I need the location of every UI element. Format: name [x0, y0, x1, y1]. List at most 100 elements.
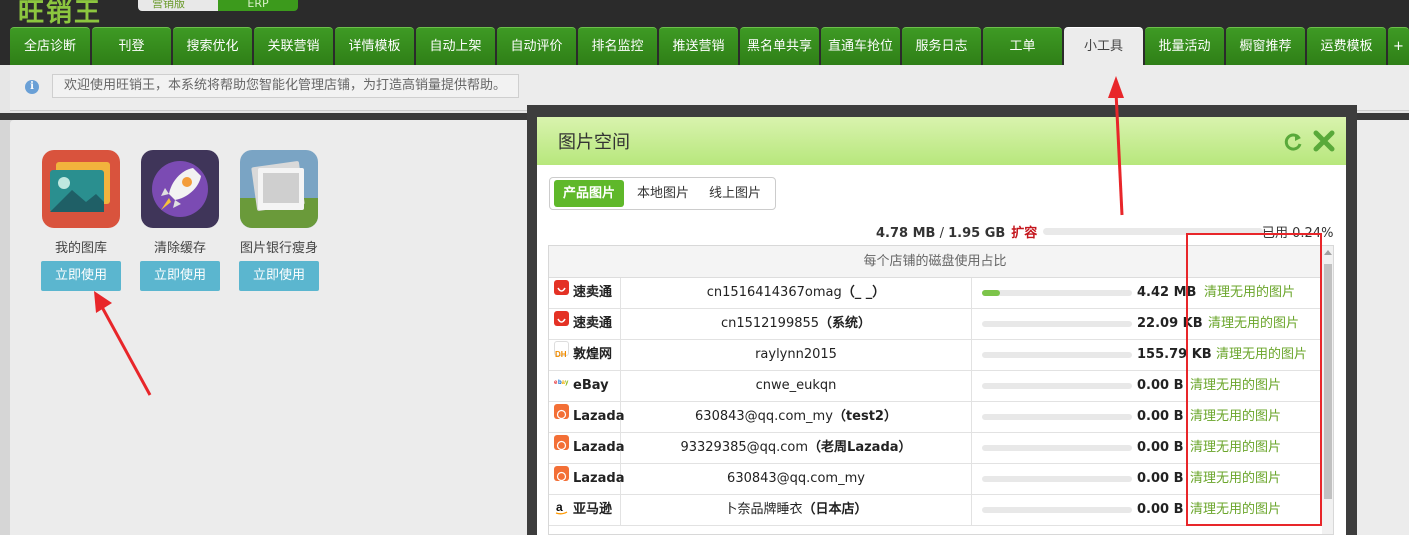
tool-label: 图片银行瘦身 [239, 241, 318, 256]
aliexpress-icon [554, 311, 569, 326]
tab-local-images[interactable]: 本地图片 [628, 180, 698, 207]
top-bar: 旺销王 营销版 ERP [0, 0, 1409, 27]
svg-text:y: y [565, 380, 569, 386]
nav-tab[interactable]: 服务日志 [902, 27, 981, 65]
account-name: cn1516414367omag [706, 285, 842, 300]
account-name: 93329385@qq.com [680, 440, 809, 455]
nav-tab[interactable]: 搜索优化 [173, 27, 252, 65]
account-name: raylynn2015 [755, 347, 837, 362]
account-name: 630843@qq.com_my [727, 471, 865, 486]
platform-name: 速卖通 [573, 285, 613, 300]
platform-cell: Lazada [549, 402, 625, 432]
refresh-icon[interactable] [1283, 132, 1303, 152]
store-size: 0.00 B [1137, 502, 1184, 517]
account-name: 630843@qq.com_my [695, 409, 833, 424]
annotation-arrow-up [1108, 76, 1124, 216]
store-usage-bar [982, 476, 1132, 482]
amazon-icon: a [554, 497, 569, 515]
aliexpress-icon [554, 280, 569, 295]
nav-tab[interactable]: 橱窗推荐 [1226, 27, 1305, 65]
table-scrollbar[interactable] [1322, 246, 1333, 534]
account-cell: cnwe_eukqn [621, 371, 972, 401]
platform-name: eBay [573, 378, 609, 393]
account-name: cn1512199855 [720, 316, 820, 331]
nav-tab[interactable]: + [1388, 27, 1409, 65]
highlight-box [1186, 233, 1322, 526]
tab-product-images[interactable]: 产品图片 [554, 180, 624, 207]
ebay-icon: ebay [554, 373, 569, 388]
store-usage-bar [982, 383, 1132, 389]
tool-label: 清除缓存 [153, 241, 206, 256]
account-cell: 卜奈品牌睡衣（日本店） [621, 495, 972, 525]
use-now-button-slim[interactable]: 立即使用 [239, 261, 319, 291]
store-usage-fill [982, 290, 1000, 296]
expand-link[interactable]: 扩容 [1011, 226, 1037, 241]
nav-tab[interactable]: 直通车抢位 [821, 27, 900, 65]
tool-label: 我的图库 [54, 241, 107, 256]
platform-name: 亚马逊 [573, 502, 613, 517]
dhgate-icon: DH [554, 341, 569, 359]
store-usage-bar [982, 507, 1132, 513]
store-usage-bar [982, 445, 1132, 451]
platform-name: Lazada [573, 409, 625, 424]
annotation-arrow-left [94, 291, 152, 396]
account-note: （系统） [819, 316, 872, 331]
platform-cell: e b a y eBay [549, 371, 621, 401]
nav-tab[interactable]: 详情模板 [335, 27, 414, 65]
account-note: （老周Lazada） [808, 440, 912, 455]
nav-tab[interactable]: 运费模板 [1307, 27, 1386, 65]
rocket-icon[interactable] [141, 150, 219, 228]
scroll-up-arrow[interactable] [1324, 250, 1332, 255]
platform-cell: DH 敦煌网 [549, 340, 621, 370]
store-usage-bar [982, 290, 1132, 296]
platform-name: 速卖通 [573, 316, 613, 331]
platform-name: 敦煌网 [573, 347, 613, 362]
nav-tab[interactable]: 全店诊断 [10, 27, 90, 65]
platform-cell: 速卖通 [549, 309, 621, 339]
nav-tab[interactable]: 刊登 [92, 27, 171, 65]
info-icon: i [25, 80, 39, 94]
account-note: （_ _） [841, 285, 886, 300]
store-size: 0.00 B [1137, 409, 1184, 424]
total-size: 1.95 GB [948, 226, 1006, 241]
nav-tab[interactable]: 推送营销 [659, 27, 738, 65]
nav-tab[interactable]: 关联营销 [254, 27, 333, 65]
account-cell: cn1516414367omag（_ _） [621, 278, 972, 308]
scroll-thumb[interactable] [1324, 264, 1332, 499]
account-cell: 630843@qq.com_my [621, 464, 972, 494]
platform-cell: a 亚马逊 [549, 495, 621, 525]
nav-tab[interactable]: 自动评价 [497, 27, 576, 65]
notice-text: 欢迎使用旺销王，本系统将帮助您智能化管理店铺，为打造高销量提供帮助。 [52, 74, 519, 98]
image-source-tabs: 产品图片 本地图片 线上图片 [549, 177, 776, 210]
svg-text:a: a [556, 500, 563, 514]
platform-name: Lazada [573, 471, 625, 486]
usage-text: 4.78 MB / 1.95 GB 扩容 [876, 222, 1037, 241]
nav-tab[interactable]: 小工具 [1064, 27, 1143, 67]
close-icon[interactable] [1313, 130, 1335, 152]
platform-cell: Lazada [549, 464, 625, 494]
account-cell: 630843@qq.com_my（test2） [621, 402, 972, 432]
photos-icon[interactable] [240, 150, 318, 228]
account-cell: raylynn2015 [621, 340, 972, 370]
account-name: cnwe_eukqn [755, 378, 837, 393]
account-cell: cn1512199855（系统） [621, 309, 972, 339]
erp-button[interactable]: ERP [218, 0, 298, 11]
nav-tab[interactable]: 黑名单共享 [740, 27, 819, 65]
edition-selector[interactable]: 营销版 [138, 0, 218, 11]
nav-tab[interactable]: 排名监控 [578, 27, 657, 65]
lazada-icon [554, 435, 569, 451]
lazada-icon [554, 404, 569, 420]
account-note: （test2） [832, 409, 897, 424]
nav-tab[interactable]: 工单 [983, 27, 1062, 65]
store-size: 0.00 B [1137, 378, 1184, 393]
account-name: 卜奈品牌睡衣 [724, 502, 803, 517]
gallery-icon[interactable] [42, 150, 120, 228]
platform-name: Lazada [573, 440, 625, 455]
account-note: （日本店） [802, 502, 868, 517]
nav-tab[interactable]: 批量活动 [1145, 27, 1224, 65]
platform-cell: 速卖通 [549, 278, 621, 308]
tool-image-bank-slim: 图片银行瘦身 立即使用 [239, 150, 319, 291]
nav-tab[interactable]: 自动上架 [416, 27, 495, 65]
tab-online-images[interactable]: 线上图片 [700, 180, 770, 207]
tool-my-gallery: 我的图库 立即使用 [41, 150, 121, 291]
